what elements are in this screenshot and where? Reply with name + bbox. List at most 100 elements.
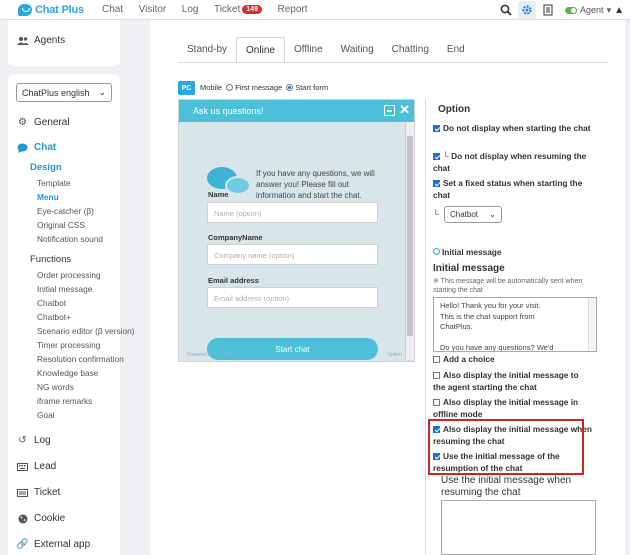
textarea-scrollbar[interactable] (588, 298, 596, 351)
option-label: Add a choice (443, 354, 495, 364)
option-no-display-resume[interactable]: └ Do not display when resuming the chat (433, 151, 593, 174)
tab-end[interactable]: End (438, 37, 474, 63)
textarea-line: ChatPlus. (440, 322, 473, 331)
nav-visitor[interactable]: Visitor (139, 4, 167, 15)
search-icon[interactable] (497, 1, 515, 19)
tab-waiting[interactable]: Waiting (332, 37, 383, 63)
keyboard-icon (16, 462, 29, 471)
ticket-icon (16, 488, 29, 497)
sidebar-item-agents[interactable]: Agents (16, 35, 65, 46)
sidebar-item-chat[interactable]: Chat (16, 142, 56, 153)
sidebar-item-eye-catcher[interactable]: Eye-catcher (β) (37, 206, 94, 216)
sidebar-item-initial-message[interactable]: Initial message (37, 284, 92, 294)
tab-chatting[interactable]: Chatting (383, 37, 438, 63)
gear-icon[interactable] (518, 1, 537, 19)
widget-scrollbar[interactable] (405, 122, 414, 360)
checkbox[interactable] (433, 153, 440, 160)
chat-bubble-icon (16, 143, 29, 153)
sidebar-item-log[interactable]: ↺ Log (16, 435, 51, 446)
initial-message-option[interactable]: Initial message (433, 247, 593, 259)
minimize-icon[interactable] (384, 105, 395, 116)
sidebar-item-notification-sound[interactable]: Notification sound (37, 234, 103, 244)
warning-icon[interactable]: ▲ (614, 5, 624, 16)
textarea-line: This is the chat support from (440, 311, 535, 321)
option-label: Do not display when starting the chat (443, 123, 591, 133)
tab-online[interactable]: Online (236, 37, 285, 63)
sidebar-item-menu[interactable]: Menu (37, 192, 59, 202)
sidebar-section-functions[interactable]: Functions (30, 254, 71, 265)
initial-message-radio[interactable] (433, 248, 440, 255)
nav-log[interactable]: Log (182, 4, 199, 15)
sidebar-item-ticket[interactable]: Ticket (16, 487, 60, 498)
widget-header: Ask us questions! ✕ (179, 100, 414, 122)
option-footer-text: Option (387, 352, 402, 358)
sidebar-item-iframe-remarks[interactable]: iframe remarks (37, 396, 92, 406)
first-message-radio[interactable] (226, 84, 234, 91)
sidebar-item-label: Chat (34, 142, 57, 153)
nav-ticket[interactable]: Ticket 149 (214, 4, 262, 15)
option-no-display-start[interactable]: Do not display when starting the chat (433, 123, 593, 135)
sidebar-item-original-css[interactable]: Original CSS (37, 220, 85, 230)
checkbox[interactable] (433, 180, 440, 187)
sidebar-item-knowledge-base[interactable]: Knowledge base (37, 368, 98, 378)
sidebar-item-template[interactable]: Template (37, 178, 71, 188)
status-toggle[interactable] (565, 6, 578, 14)
site-select[interactable]: ChatPlus english ⌄ (16, 83, 112, 102)
options-title: Option (438, 104, 471, 115)
sidebar-item-external-app[interactable]: 🔗 External app (16, 539, 90, 550)
close-icon[interactable]: ✕ (399, 102, 410, 118)
sidebar-item-scenario-editor[interactable]: Scenario editor (β version) (37, 326, 134, 336)
sidebar-item-general[interactable]: ⚙ General (16, 117, 70, 128)
option-add-choice[interactable]: Add a choice (433, 354, 593, 366)
sidebar-item-timer-processing[interactable]: Timer processing (37, 340, 100, 350)
company-field[interactable]: Company name (option) (207, 244, 378, 265)
option-label: Also display the initial message in offl… (433, 397, 579, 419)
agent-status-label[interactable]: Agent (580, 5, 604, 15)
option-display-offline[interactable]: Also display the initial message in offl… (433, 397, 593, 420)
chevron-down-icon: ⌄ (489, 210, 496, 219)
sidebar-item-label: Lead (34, 461, 57, 472)
nav-ticket-label: Ticket (213, 4, 241, 15)
sidebar-item-goal[interactable]: Goal (37, 410, 55, 420)
nav-report[interactable]: Report (277, 4, 307, 15)
email-field[interactable]: Email address (option) (207, 287, 378, 308)
name-field[interactable]: Name (option) (207, 202, 378, 223)
pc-view-button[interactable]: PC (178, 81, 195, 95)
preview-mode-row: Mobile First message Start form (200, 83, 328, 92)
sidebar-item-order-processing[interactable]: Order processing (37, 270, 101, 280)
start-form-radio[interactable] (286, 84, 294, 91)
resume-message-textarea[interactable] (441, 500, 596, 555)
checkbox[interactable] (433, 125, 440, 132)
scrollbar-thumb[interactable] (407, 136, 413, 336)
sidebar-section-design[interactable]: Design (30, 162, 62, 173)
tab-offline[interactable]: Offline (285, 37, 332, 63)
checkbox[interactable] (433, 399, 440, 406)
checkbox[interactable] (433, 372, 440, 379)
users-icon (16, 36, 29, 46)
sidebar-item-label: Log (34, 435, 51, 446)
chat-plus-logo[interactable]: Chat Plus (18, 3, 102, 16)
status-select[interactable]: Chatbot ⌄ (444, 206, 502, 223)
powered-by-text: Powered by Chat Plus (187, 352, 237, 358)
initial-message-textarea[interactable]: Hello! Thank you for your visit. This is… (433, 297, 597, 352)
sidebar-item-chatbot-plus[interactable]: Chatbot+ (37, 312, 71, 322)
option-label: └ Do not display when resuming the chat (433, 151, 587, 173)
document-icon[interactable] (539, 1, 557, 19)
mobile-view-button[interactable]: Mobile (200, 83, 222, 92)
option-fixed-status[interactable]: Set a fixed status when starting the cha… (433, 178, 593, 201)
option-display-to-agent[interactable]: Also display the initial message to the … (433, 370, 593, 393)
chat-bubble-icon (18, 3, 32, 16)
sidebar-item-label: External app (34, 539, 91, 550)
sidebar-item-label: Agents (34, 35, 66, 46)
sidebar-item-resolution-confirmation[interactable]: Resolution confirmation (37, 354, 124, 364)
sidebar-item-chatbot[interactable]: Chatbot (37, 298, 66, 308)
checkbox[interactable] (433, 356, 440, 363)
sidebar-item-cookie[interactable]: Cookie (16, 513, 65, 524)
initial-message-note: ※ This message will be automatically sen… (433, 278, 583, 294)
sidebar-item-label: Cookie (34, 513, 66, 524)
sidebar-item-ng-words[interactable]: NG words (37, 382, 74, 392)
sidebar-item-lead[interactable]: Lead (16, 461, 56, 472)
nav-chat[interactable]: Chat (102, 4, 123, 15)
tab-stand-by[interactable]: Stand-by (178, 37, 236, 63)
app-name: Chat Plus (35, 3, 84, 16)
